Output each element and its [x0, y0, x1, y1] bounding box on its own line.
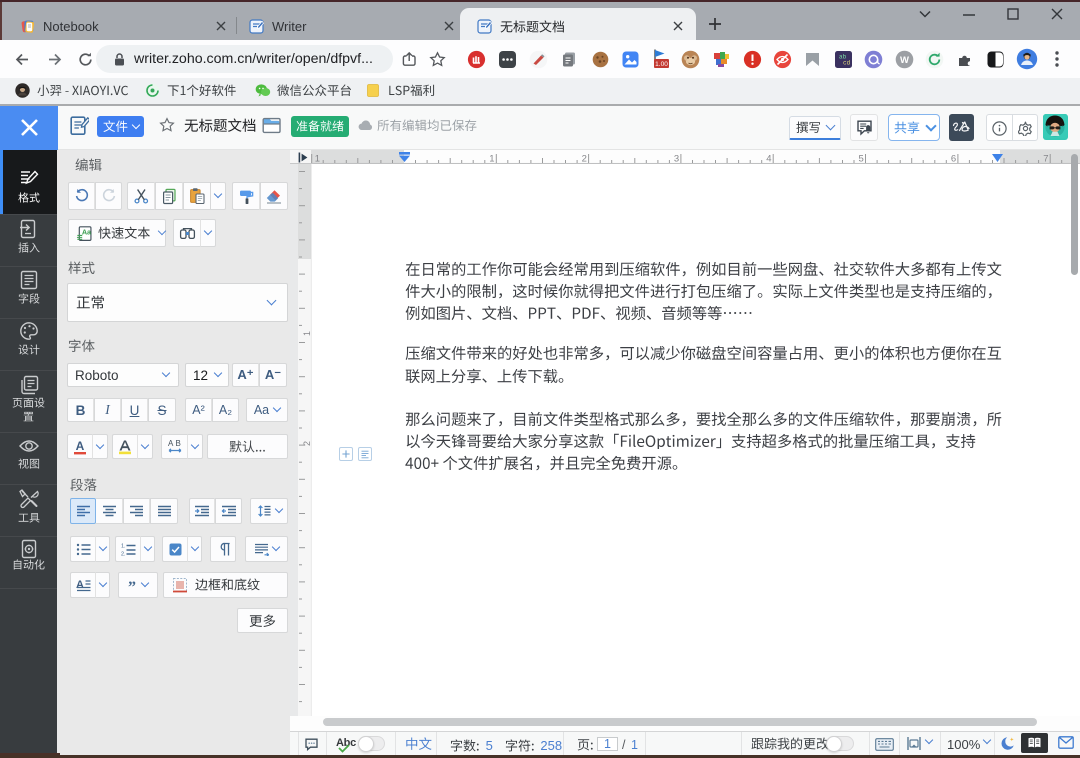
svg-text:A: A	[76, 439, 85, 453]
svg-text:1: 1	[489, 154, 494, 165]
svg-text:W: W	[900, 55, 909, 66]
svg-text:5: 5	[859, 154, 864, 165]
svg-text:A: A	[168, 439, 174, 448]
svg-text:Aa: Aa	[82, 227, 92, 236]
svg-text:4: 4	[766, 154, 771, 165]
svg-text:3: 3	[674, 154, 679, 165]
svg-text:7: 7	[1043, 154, 1048, 165]
svg-text:1.: 1.	[121, 543, 126, 549]
svg-text:B: B	[175, 439, 180, 448]
svg-text:2.: 2.	[121, 551, 126, 556]
svg-text:6: 6	[951, 154, 956, 165]
svg-text:2: 2	[302, 441, 312, 446]
svg-text:A: A	[76, 579, 84, 591]
svg-text:1: 1	[302, 331, 312, 336]
svg-text:1.00: 1.00	[655, 61, 668, 68]
svg-text:1: 1	[315, 154, 320, 165]
svg-text:cd: cd	[843, 60, 851, 67]
svg-text:2: 2	[582, 154, 587, 165]
